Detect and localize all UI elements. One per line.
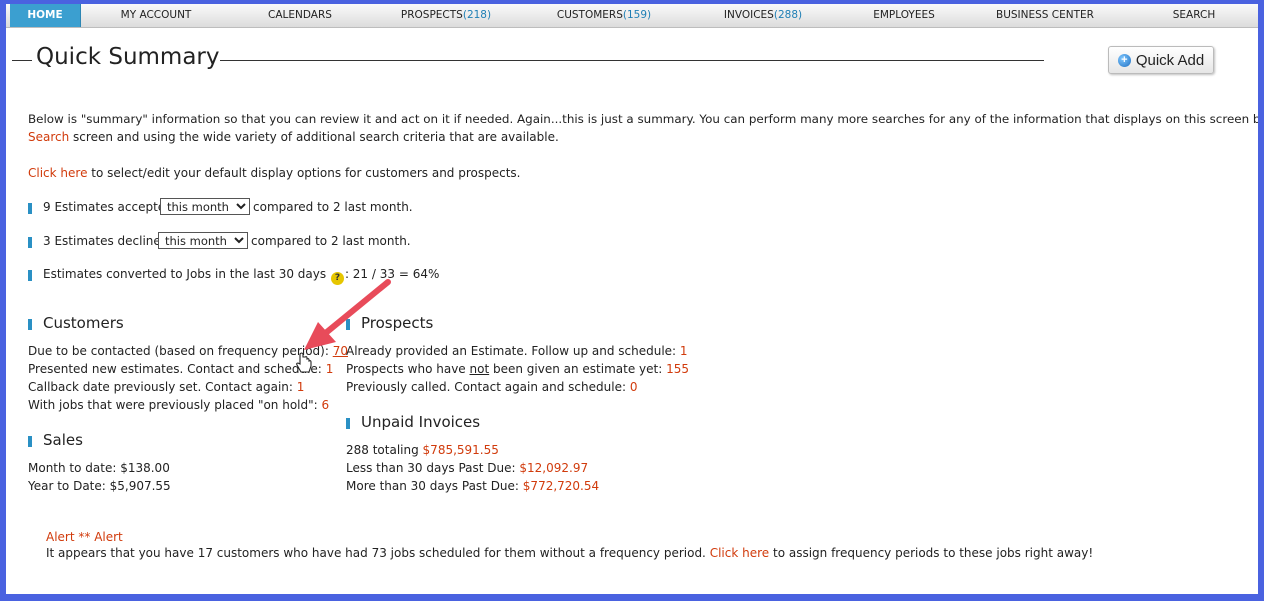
estimates-accepted-period-select[interactable]: this month <box>160 198 250 215</box>
estimates-declined-period-select[interactable]: this month <box>158 232 248 249</box>
customers-presented-label: Presented new estimates. Contact and sch… <box>28 362 322 376</box>
annotation-arrow-icon <box>304 279 391 350</box>
customers-due-label: Due to be contacted (based on frequency … <box>28 344 329 358</box>
unpaid-total-row: 288 totaling $785,591.55 <box>346 443 499 458</box>
nav-customers[interactable]: CUSTOMERS(159) <box>544 4 664 27</box>
alert-title: Alert ** Alert <box>46 530 123 544</box>
customers-onhold-link[interactable]: 6 <box>322 398 330 412</box>
customers-presented-row: Presented new estimates. Contact and sch… <box>28 362 333 377</box>
nav-search[interactable]: SEARCH <box>1156 4 1232 27</box>
nav-my-account[interactable]: MY ACCOUNT <box>100 4 212 27</box>
prospects-provided-row: Already provided an Estimate. Follow up … <box>346 344 688 359</box>
prospects-called-label: Previously called. Contact again and sch… <box>346 380 627 394</box>
section-marker <box>346 418 350 429</box>
nav-prospects[interactable]: PROSPECTS(218) <box>386 4 506 27</box>
alert-message: It appears that you have 17 customers wh… <box>46 546 706 560</box>
prospects-provided-link[interactable]: 1 <box>680 344 688 358</box>
prospects-notgiven-row: Prospects who have not been given an est… <box>346 362 689 377</box>
prospects-notgiven-not: not <box>469 362 490 376</box>
estimates-declined-compare: compared to 2 last month. <box>251 234 411 248</box>
unpaid-section-title: Unpaid Invoices <box>361 413 481 431</box>
alert-suffix: to assign frequency periods to these job… <box>772 546 1094 560</box>
bullet-marker <box>28 237 32 248</box>
quick-add-label: Quick Add <box>1135 51 1205 69</box>
customers-presented-link[interactable]: 1 <box>326 362 334 376</box>
unpaid-total-label: 288 totaling <box>346 443 419 457</box>
alert-click-here-link[interactable]: Click here <box>710 546 769 560</box>
prospects-called-row: Previously called. Contact again and sch… <box>346 380 637 395</box>
hand-cursor-icon <box>296 352 312 373</box>
nav-employees[interactable]: EMPLOYEES <box>858 4 950 27</box>
display-options-text: to select/edit your default display opti… <box>87 166 521 180</box>
section-marker <box>28 436 32 447</box>
prospects-notgiven-label-b: been given an estimate yet: <box>489 362 663 376</box>
display-options-link[interactable]: Click here <box>28 166 87 180</box>
intro-line-1: Below is "summary" information so that y… <box>28 112 1258 126</box>
page-title: Quick Summary <box>36 44 220 70</box>
estimates-accepted-label: 9 Estimates accepted <box>43 200 173 214</box>
nav-prospects-label: PROSPECTS <box>400 9 463 21</box>
customers-callback-row: Callback date previously set. Contact ag… <box>28 380 304 395</box>
sales-year-to-date: Year to Date: $5,907.55 <box>28 479 171 493</box>
sales-section-title: Sales <box>43 431 83 449</box>
bullet-marker <box>28 270 32 281</box>
unpaid-more-row: More than 30 days Past Due: $772,720.54 <box>346 479 599 494</box>
title-rule-right <box>220 60 1044 61</box>
customers-callback-label: Callback date previously set. Contact ag… <box>28 380 293 394</box>
customers-callback-link[interactable]: 1 <box>297 380 305 394</box>
main-nav: HOME MY ACCOUNT CALENDARS PROSPECTS(218)… <box>6 4 1258 28</box>
prospects-called-link[interactable]: 0 <box>630 380 638 394</box>
app-frame: HOME MY ACCOUNT CALENDARS PROSPECTS(218)… <box>6 4 1258 594</box>
nav-customers-label: CUSTOMERS <box>556 9 623 21</box>
title-rule-left <box>12 60 32 61</box>
unpaid-more-label: More than 30 days Past Due: <box>346 479 519 493</box>
alert-message-row: It appears that you have 17 customers wh… <box>46 546 1093 561</box>
customers-onhold-label: With jobs that were previously placed "o… <box>28 398 318 412</box>
intro-line-2: Search screen and using the wide variety… <box>28 130 559 145</box>
display-options-line: Click here to select/edit your default d… <box>28 166 520 181</box>
quick-add-button[interactable]: + Quick Add <box>1108 46 1214 74</box>
nav-invoices-label: INVOICES <box>723 9 774 21</box>
nav-customers-count: (159) <box>622 9 652 21</box>
intro-line-2-text: screen and using the wide variety of add… <box>69 130 559 144</box>
search-link[interactable]: Search <box>28 130 69 144</box>
nav-invoices[interactable]: INVOICES(288) <box>708 4 818 27</box>
nav-home[interactable]: HOME <box>10 4 81 27</box>
nav-invoices-count: (288) <box>773 9 803 21</box>
unpaid-less-row: Less than 30 days Past Due: $12,092.97 <box>346 461 588 476</box>
section-marker <box>28 319 32 330</box>
nav-calendars[interactable]: CALENDARS <box>252 4 348 27</box>
prospects-notgiven-label-a: Prospects who have <box>346 362 470 376</box>
estimates-declined-label: 3 Estimates declined <box>43 234 169 248</box>
estimates-accepted-compare: compared to 2 last month. <box>253 200 413 214</box>
unpaid-less-label: Less than 30 days Past Due: <box>346 461 516 475</box>
nav-prospects-count: (218) <box>462 9 492 21</box>
customers-section-title: Customers <box>43 314 124 332</box>
prospects-notgiven-link[interactable]: 155 <box>666 362 689 376</box>
bullet-marker <box>28 203 32 214</box>
plus-circle-icon: + <box>1117 53 1131 67</box>
customers-onhold-row: With jobs that were previously placed "o… <box>28 398 329 413</box>
nav-business-center[interactable]: BUSINESS CENTER <box>986 4 1104 27</box>
sales-month-to-date: Month to date: $138.00 <box>28 461 170 475</box>
estimates-converted-label: Estimates converted to Jobs in the last … <box>43 267 327 281</box>
unpaid-less-link[interactable]: $12,092.97 <box>519 461 588 475</box>
unpaid-more-link[interactable]: $772,720.54 <box>523 479 599 493</box>
unpaid-total-link[interactable]: $785,591.55 <box>423 443 499 457</box>
